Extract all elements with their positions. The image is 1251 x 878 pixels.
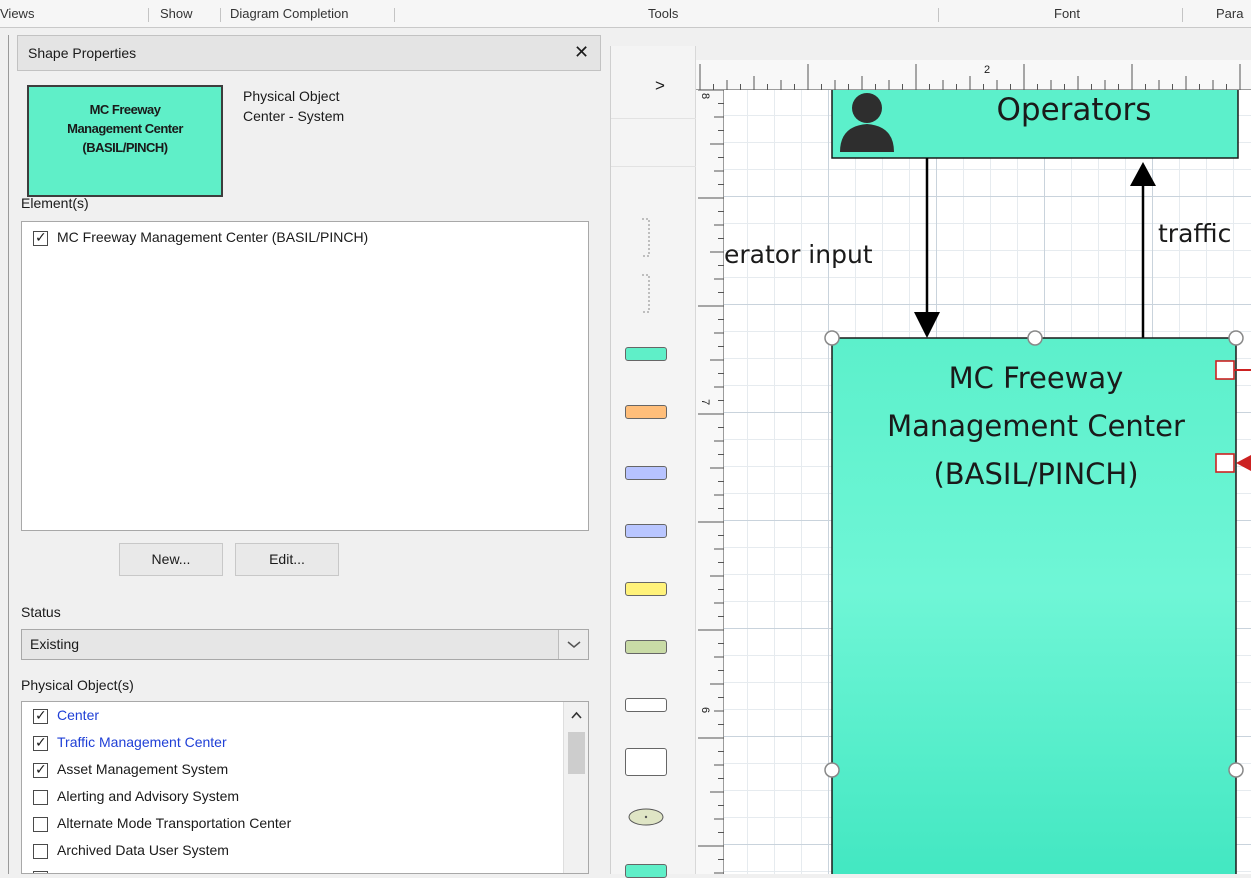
stencil-divider (611, 166, 697, 167)
checkmark-icon: ✓ (35, 707, 47, 723)
chevron-down-icon[interactable] (558, 630, 588, 659)
ribbon-group-tools[interactable]: Tools (648, 6, 678, 21)
physical-object-checkbox[interactable]: ✓ (33, 734, 48, 751)
close-icon[interactable]: ✕ (574, 42, 589, 63)
physical-object-checkbox[interactable] (33, 817, 48, 832)
shape-preview-line1: MC Freeway (89, 102, 161, 117)
physical-objects-label: Physical Object(s) (21, 677, 134, 693)
mc-label-line2: Management Center (887, 409, 1185, 443)
shape-type-label: Physical Object (243, 88, 340, 104)
elements-list: ✓ MC Freeway Management Center (BASIL/PI… (21, 221, 589, 531)
status-select[interactable]: Existing (21, 629, 589, 660)
arrowhead-icon (914, 312, 940, 338)
cloud-shape-icon[interactable] (625, 806, 667, 828)
element-checkbox[interactable]: ✓ (33, 229, 48, 246)
physical-object-checkbox[interactable]: ✓ (33, 761, 48, 778)
panel-header: Shape Properties ✕ (17, 35, 601, 71)
ruler-label: 8 (699, 92, 712, 100)
status-label: Status (21, 604, 61, 620)
element-label: MC Freeway Management Center (BASIL/PINC… (57, 229, 369, 245)
scrollbar[interactable] (563, 702, 589, 873)
ribbon-group-show[interactable]: Show (160, 6, 193, 21)
physical-object-label: Asset Management System (57, 761, 229, 777)
ribbon-group-views[interactable]: Views (0, 6, 34, 21)
shape-subtype-label: Center - System (243, 108, 345, 124)
stencil-divider (611, 118, 697, 119)
ribbon-separator (1182, 8, 1183, 22)
panel-title: Shape Properties (28, 45, 137, 61)
ribbon-group-paragraph[interactable]: Para (1216, 6, 1243, 21)
physical-object-label: Alternate Mode Transportation Center (57, 815, 292, 831)
edit-element-button[interactable]: Edit... (235, 543, 339, 576)
ribbon-separator (394, 8, 395, 22)
swatch-center[interactable] (625, 347, 667, 361)
swatch-yellow[interactable] (625, 582, 667, 596)
scroll-up-icon[interactable] (564, 702, 589, 728)
mc-label-line3: (BASIL/PINCH) (933, 457, 1139, 491)
shape-properties-panel: Shape Properties ✕ MC Freeway Management… (8, 35, 602, 874)
swatch-blue-striped[interactable] (625, 524, 667, 538)
ribbon-separator (220, 8, 221, 22)
elements-label: Element(s) (21, 195, 89, 211)
ribbon-separator (148, 8, 149, 22)
physical-object-label: Alerting and Advisory System (57, 788, 240, 804)
swatch-white-large[interactable] (625, 748, 667, 776)
bracket-shape-icon[interactable] (636, 216, 656, 260)
shape-stencil: > (610, 46, 697, 878)
ruler-label: 2 (984, 64, 991, 76)
shape-preview-line2: Management Center (67, 121, 183, 136)
swatch-blue[interactable] (625, 466, 667, 480)
new-element-button[interactable]: New... (119, 543, 223, 576)
physical-object-checkbox[interactable]: ✓ (33, 707, 48, 724)
shape-preview: MC Freeway Management Center (BASIL/PINC… (27, 85, 223, 197)
chevron-right-icon[interactable]: > (655, 76, 665, 96)
ribbon-group-diagram-completion[interactable]: Diagram Completion (230, 6, 349, 21)
swatch-green[interactable] (625, 640, 667, 654)
horizontal-ruler: 2 (696, 60, 1251, 90)
mc-freeway-label: MC Freeway Management Center (BASIL/PINC… (834, 354, 1238, 498)
physical-object-label: Archived Data User System (57, 842, 229, 858)
arrowhead-icon (1130, 162, 1156, 186)
drawing-canvas[interactable]: Operators erator input traffic MC Freewa… (724, 90, 1251, 874)
flow-label-traffic: traffic (1158, 219, 1232, 248)
swatch-center-bottom[interactable] (625, 864, 667, 878)
mc-label-line1: MC Freeway (948, 361, 1124, 395)
ruler-label: 7 (699, 398, 712, 406)
flow-label-operator-input: erator input (724, 240, 873, 269)
scrollbar-thumb[interactable] (568, 732, 585, 774)
vertical-ruler: 8 7 6 (696, 89, 724, 874)
swatch-white[interactable] (625, 698, 667, 712)
ribbon-group-font[interactable]: Font (1054, 6, 1080, 21)
checkmark-icon: ✓ (35, 734, 47, 750)
physical-object-checkbox[interactable] (33, 844, 48, 859)
status-value: Existing (30, 636, 80, 652)
ribbon-group-bar: Views Show Diagram Completion Tools Font… (0, 0, 1251, 28)
bracket-shape-icon[interactable] (636, 272, 656, 316)
physical-object-label[interactable]: Traffic Management Center (57, 734, 227, 750)
ruler-label: 6 (699, 706, 712, 714)
operators-label: Operators (996, 92, 1152, 128)
physical-object-checkbox[interactable] (33, 790, 48, 805)
checkmark-icon: ✓ (35, 229, 47, 245)
physical-object-label[interactable]: Center (57, 707, 99, 723)
swatch-orange[interactable] (625, 405, 667, 419)
physical-objects-list: ✓ Center ✓ Traffic Management Center ✓ A… (21, 701, 589, 874)
ribbon-separator (938, 8, 939, 22)
checkmark-icon: ✓ (35, 761, 47, 777)
shape-preview-line3: (BASIL/PINCH) (82, 140, 168, 155)
